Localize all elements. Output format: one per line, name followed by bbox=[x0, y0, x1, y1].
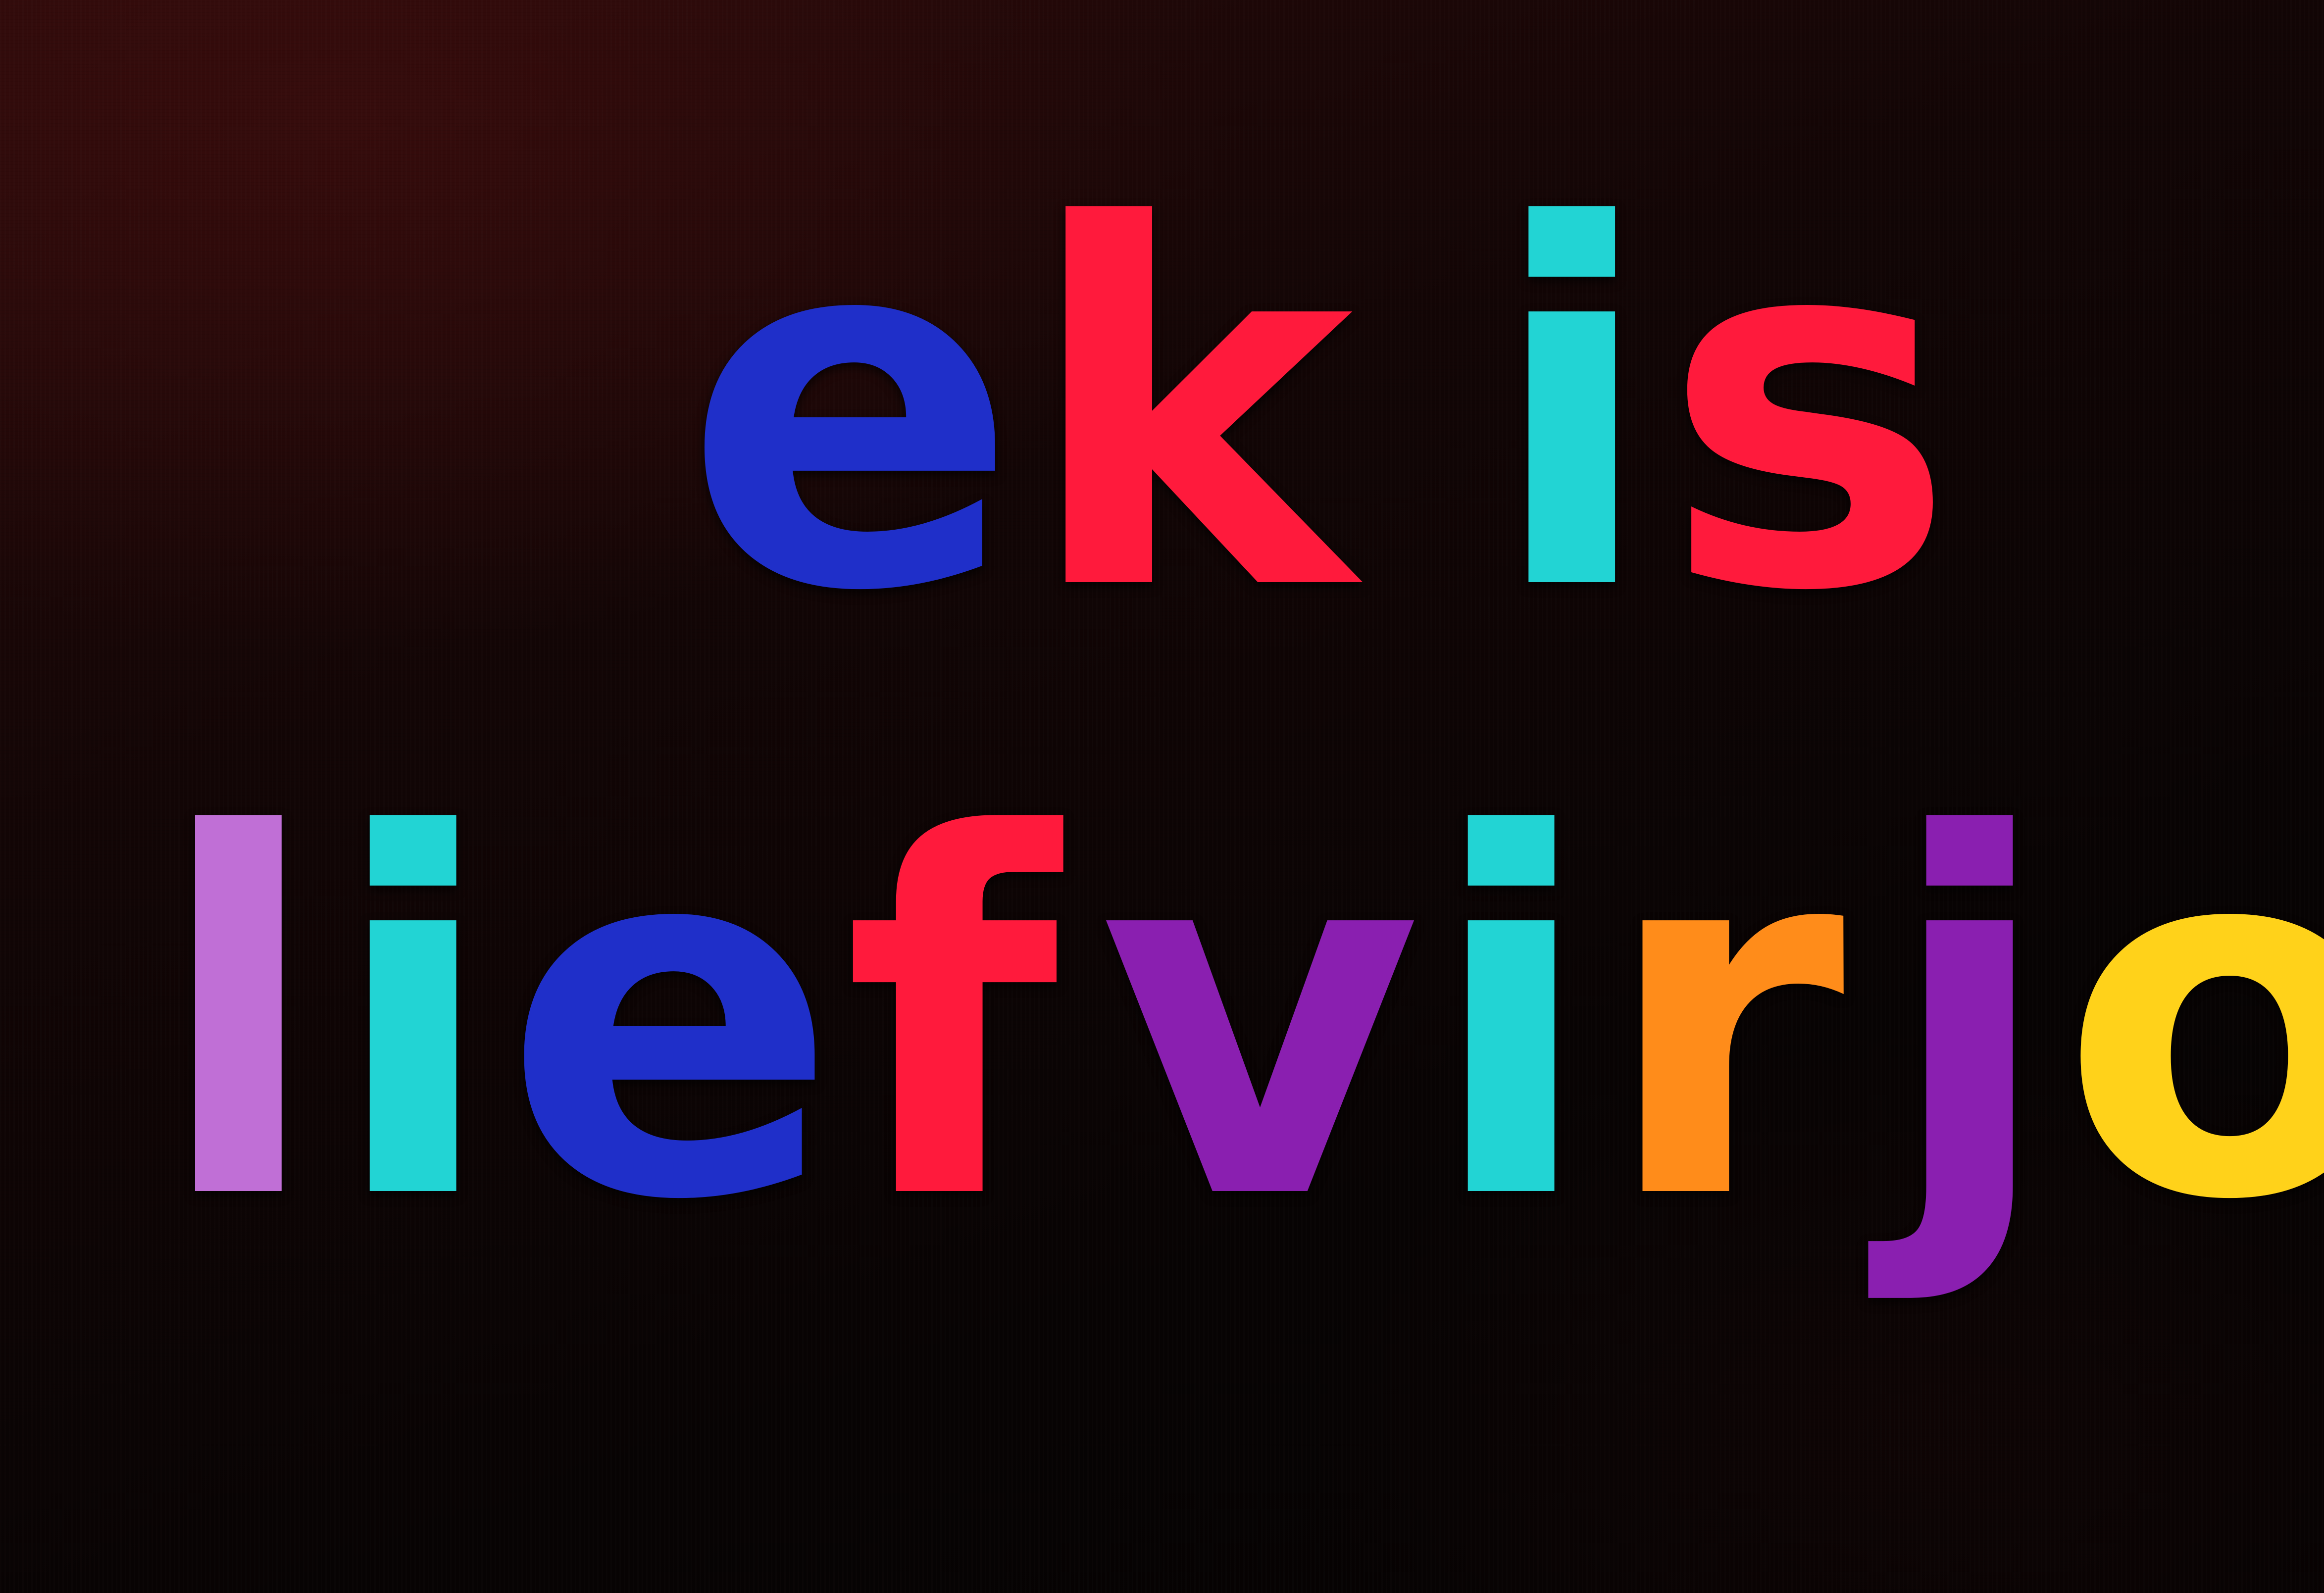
felt-letter: j bbox=[1884, 732, 2060, 1308]
felt-letter: i bbox=[328, 732, 503, 1308]
felt-letter: e bbox=[503, 732, 844, 1308]
phrase-line-1: ek is bbox=[683, 163, 1961, 658]
felt-letter: l bbox=[153, 732, 328, 1308]
felt-letter: e bbox=[683, 123, 1024, 699]
felt-letter: s bbox=[1662, 123, 1962, 699]
felt-board-photo: ek is lief vir jou bbox=[0, 0, 2324, 1593]
felt-letter: r bbox=[1601, 732, 1850, 1308]
felt-letter: i bbox=[1487, 123, 1662, 699]
felt-letter: f bbox=[843, 732, 1064, 1308]
felt-letter: v bbox=[1098, 732, 1426, 1308]
phrase-line-2: lief vir jou bbox=[153, 772, 2324, 1267]
felt-letter: o bbox=[2059, 732, 2324, 1308]
felt-letter: i bbox=[1426, 732, 1601, 1308]
felt-letter: k bbox=[1024, 123, 1359, 699]
